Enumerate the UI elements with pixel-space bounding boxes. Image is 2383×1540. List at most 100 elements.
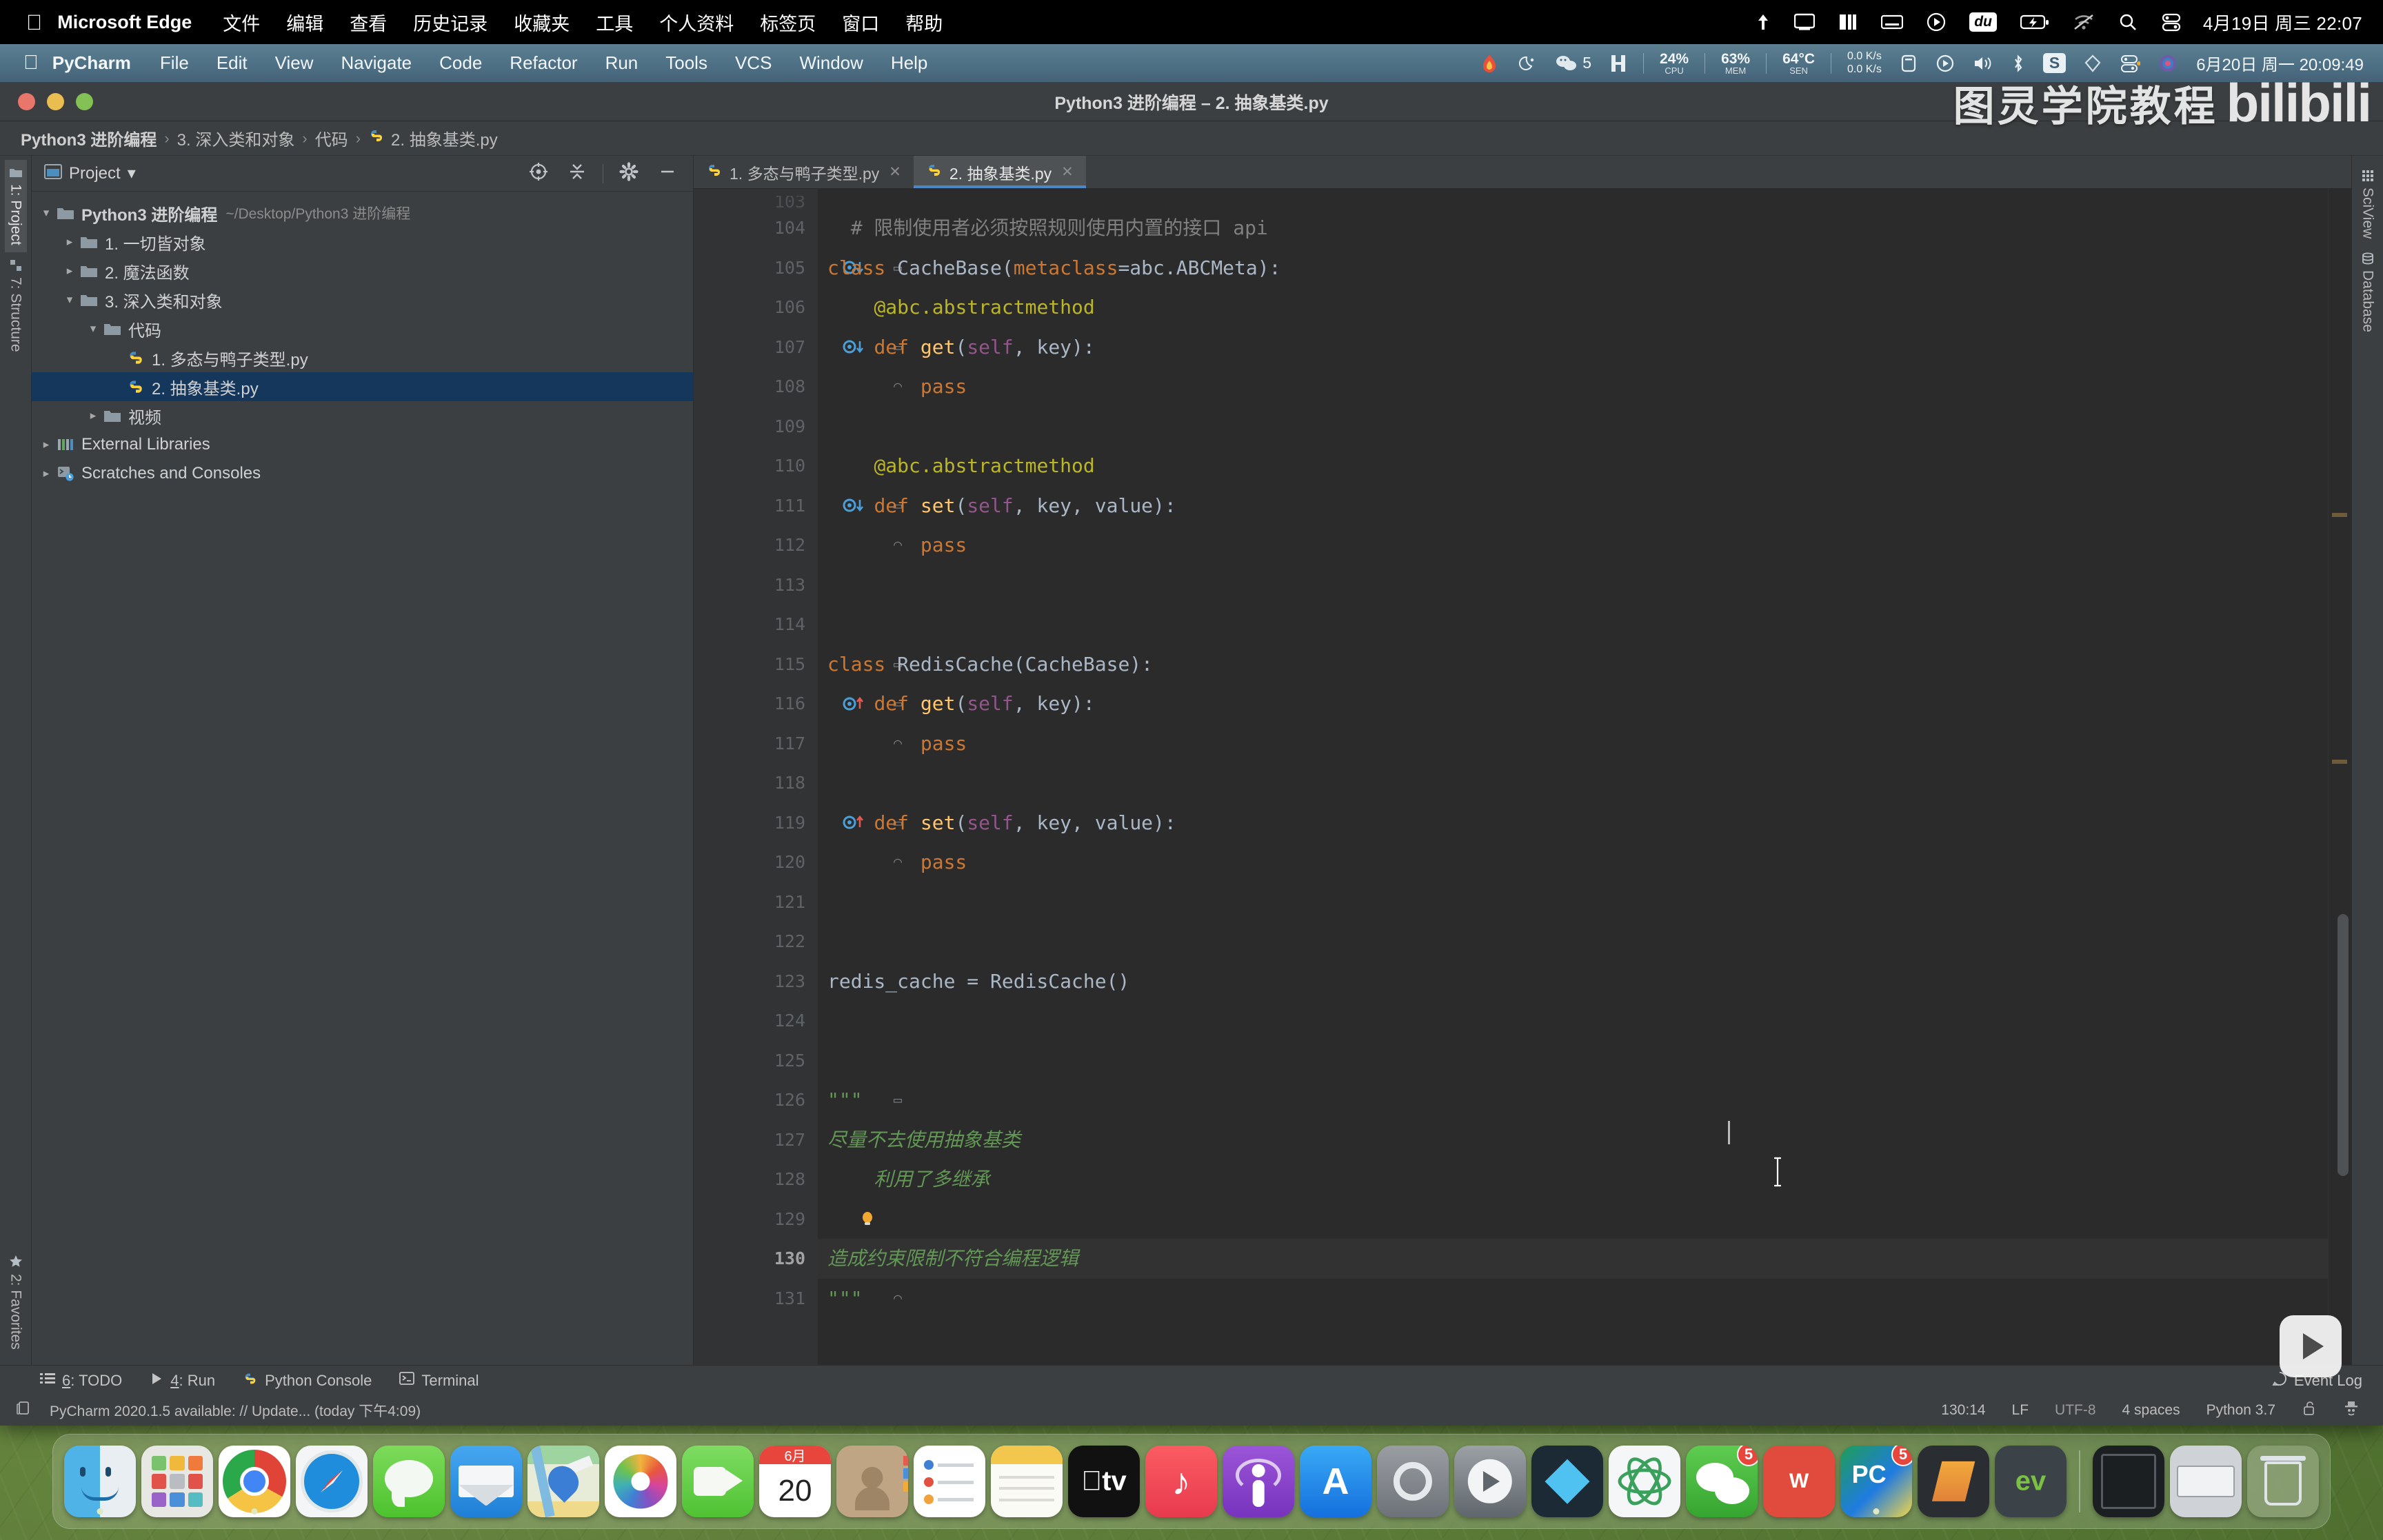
lock-open-icon[interactable] xyxy=(2293,1400,2325,1421)
toolwindow-todo[interactable]: 6: TODO xyxy=(40,1372,122,1390)
file-encoding[interactable]: UTF-8 xyxy=(2047,1402,2104,1419)
line-number[interactable]: 106 xyxy=(694,287,818,327)
du-icon[interactable]: du xyxy=(1958,12,2009,32)
code-line[interactable]: class RedisCache(CacheBase): xyxy=(818,645,2328,685)
line-number[interactable]: 109 xyxy=(694,407,818,447)
sidebar-item-structure[interactable]: 7: Structure xyxy=(5,252,27,359)
pymenu-view[interactable]: View xyxy=(261,52,328,74)
vertical-scrollbar-thumb[interactable] xyxy=(2337,914,2349,1176)
line-number[interactable]: 110 xyxy=(694,446,818,486)
menubar-clock[interactable]: 4月19日 周三 22:07 xyxy=(2193,10,2383,35)
window-manager-icon[interactable] xyxy=(1891,54,1927,73)
dock-icon-appstore[interactable]: A xyxy=(1300,1446,1371,1517)
menu-item-window[interactable]: 窗口 xyxy=(829,9,892,36)
pymenu-refactor[interactable]: Refactor xyxy=(496,52,591,74)
play-icon[interactable] xyxy=(1915,12,1958,32)
keyboard-icon[interactable] xyxy=(1869,14,1915,30)
network-speed-indicator[interactable]: 0.0 K/s 0.0 K/s xyxy=(1838,50,1891,76)
line-number[interactable]: 112 ◠ xyxy=(694,525,902,565)
memory-usage-indicator[interactable]: 63% MEM xyxy=(1712,52,1759,75)
battery-charging-icon[interactable] xyxy=(2009,14,2061,30)
status-message[interactable]: PyCharm 2020.1.5 available: // Update...… xyxy=(41,1400,429,1421)
dock-icon-downloads[interactable] xyxy=(2170,1446,2242,1517)
toolwindow-terminal[interactable]: Terminal xyxy=(399,1372,479,1390)
editor-tab-2[interactable]: 2. 抽象基类.py ✕ xyxy=(913,156,1086,188)
menu-item-view[interactable]: 查看 xyxy=(336,9,400,36)
video-play-button[interactable] xyxy=(2280,1315,2342,1377)
breadcrumb-item-folder[interactable]: 代码 xyxy=(310,126,354,150)
dock-icon-evernote[interactable]: ev xyxy=(1995,1446,2067,1517)
code-line[interactable]: pass xyxy=(818,525,2328,565)
line-number[interactable]: 115 ▭ xyxy=(694,645,902,685)
breadcrumb-item-file[interactable]: 2. 抽象基类.py xyxy=(363,126,503,150)
pymenu-edit[interactable]: Edit xyxy=(203,52,261,74)
line-number[interactable]: 130 xyxy=(694,1239,818,1279)
tree-row-video-folder[interactable]: ▸ 视频 xyxy=(32,401,693,430)
moon-icon[interactable] xyxy=(1509,54,1546,73)
sidebar-item-sciview[interactable]: SciView xyxy=(2357,163,2379,245)
upload-icon[interactable] xyxy=(1744,12,1782,32)
dock-icon-photos[interactable] xyxy=(605,1446,676,1517)
line-number[interactable]: 128 xyxy=(694,1159,818,1199)
settings-gear-icon[interactable] xyxy=(613,162,645,185)
caret-position[interactable]: 130:14 xyxy=(1933,1402,1993,1419)
pycharm-menubar-clock[interactable]: 6月20日 周一 20:09:49 xyxy=(2186,51,2383,75)
editor-tab-1[interactable]: 1. 多态与鸭子类型.py ✕ xyxy=(694,156,914,188)
code-line[interactable] xyxy=(818,1041,2328,1081)
line-number[interactable]: 127 xyxy=(694,1120,818,1160)
dock-icon-chrome[interactable] xyxy=(219,1446,290,1517)
line-number[interactable]: 121 xyxy=(694,882,818,922)
code-line[interactable]: redis_cache = RedisCache() xyxy=(818,962,2328,1002)
pymenu-run[interactable]: Run xyxy=(592,52,652,74)
flame-icon[interactable] xyxy=(1470,53,1509,74)
tree-row-file-1[interactable]: ▸ 1. 多态与鸭子类型.py xyxy=(32,343,693,372)
apple-menu-icon[interactable]:  xyxy=(0,12,57,33)
wechat-icon[interactable]: 5 xyxy=(1546,54,1600,72)
line-number[interactable]: 113 xyxy=(694,565,818,605)
line-number[interactable]: 125 xyxy=(694,1041,818,1081)
dock-icon-contacts[interactable] xyxy=(836,1446,908,1517)
dock-icon-podcasts[interactable] xyxy=(1223,1446,1294,1517)
code-line[interactable] xyxy=(818,763,2328,803)
control-center-icon[interactable] xyxy=(2149,12,2193,32)
volume-icon[interactable] xyxy=(1964,54,2002,72)
code-line[interactable] xyxy=(818,922,2328,962)
collapse-all-icon[interactable] xyxy=(561,162,593,185)
tree-row-scratches[interactable]: ▸ Scratches and Consoles xyxy=(32,459,693,488)
line-number[interactable]: 131 ◠ xyxy=(694,1279,902,1319)
menu-item-profile[interactable]: 个人资料 xyxy=(646,9,747,36)
tree-arrow-icon[interactable]: ▾ xyxy=(37,206,55,220)
tree-row-file-2[interactable]: ▸ 2. 抽象基类.py xyxy=(32,372,693,401)
code-line[interactable] xyxy=(818,1001,2328,1041)
dock-icon-wps[interactable]: W xyxy=(1763,1446,1835,1517)
marker-warning[interactable] xyxy=(2332,513,2347,517)
line-separator[interactable]: LF xyxy=(2004,1402,2038,1419)
tree-arrow-icon[interactable]: ▸ xyxy=(61,235,79,249)
menu-item-help[interactable]: 帮助 xyxy=(892,9,956,36)
inspector-hat-icon[interactable] xyxy=(2335,1400,2368,1421)
code-line[interactable]: pass xyxy=(818,724,2328,764)
dock-icon-pycharm[interactable]: PC 5 xyxy=(1840,1446,1912,1517)
tree-arrow-icon[interactable]: ▾ xyxy=(61,293,79,307)
sidebar-item-database[interactable]: Database xyxy=(2357,245,2379,339)
dock-icon-messages[interactable] xyxy=(373,1446,445,1517)
dock-icon-safari[interactable] xyxy=(296,1446,368,1517)
dock-icon-maps[interactable] xyxy=(527,1446,599,1517)
tree-arrow-icon[interactable]: ▸ xyxy=(61,264,79,278)
line-number[interactable]: 105 ▭ xyxy=(694,248,902,288)
dock-icon-shadowsocks[interactable] xyxy=(1531,1446,1603,1517)
menu-item-tabs[interactable]: 标签页 xyxy=(747,9,829,36)
tree-row-project-root[interactable]: ▾ Python3 进阶编程 ~/Desktop/Python3 进阶编程 xyxy=(32,199,693,227)
pymenu-tools[interactable]: Tools xyxy=(652,52,721,74)
maximize-window-button[interactable] xyxy=(76,93,93,110)
tree-arrow-icon[interactable]: ▸ xyxy=(84,409,102,423)
search-icon[interactable] xyxy=(2107,12,2149,32)
pymenu-vcs[interactable]: VCS xyxy=(721,52,785,74)
sensor-temp-indicator[interactable]: 64°C SEN xyxy=(1773,52,1824,75)
cpu-usage-indicator[interactable]: 24% CPU xyxy=(1651,52,1698,75)
line-number[interactable]: 119 ▭ xyxy=(694,803,902,843)
tree-row-chapter2[interactable]: ▸ 2. 魔法函数 xyxy=(32,256,693,285)
code-line[interactable] xyxy=(818,882,2328,922)
code-pane[interactable]: # 限制使用者必须按照规则使用内置的接口 api class CacheBase(… xyxy=(818,189,2328,1365)
line-number[interactable]: 123 xyxy=(694,962,818,1002)
